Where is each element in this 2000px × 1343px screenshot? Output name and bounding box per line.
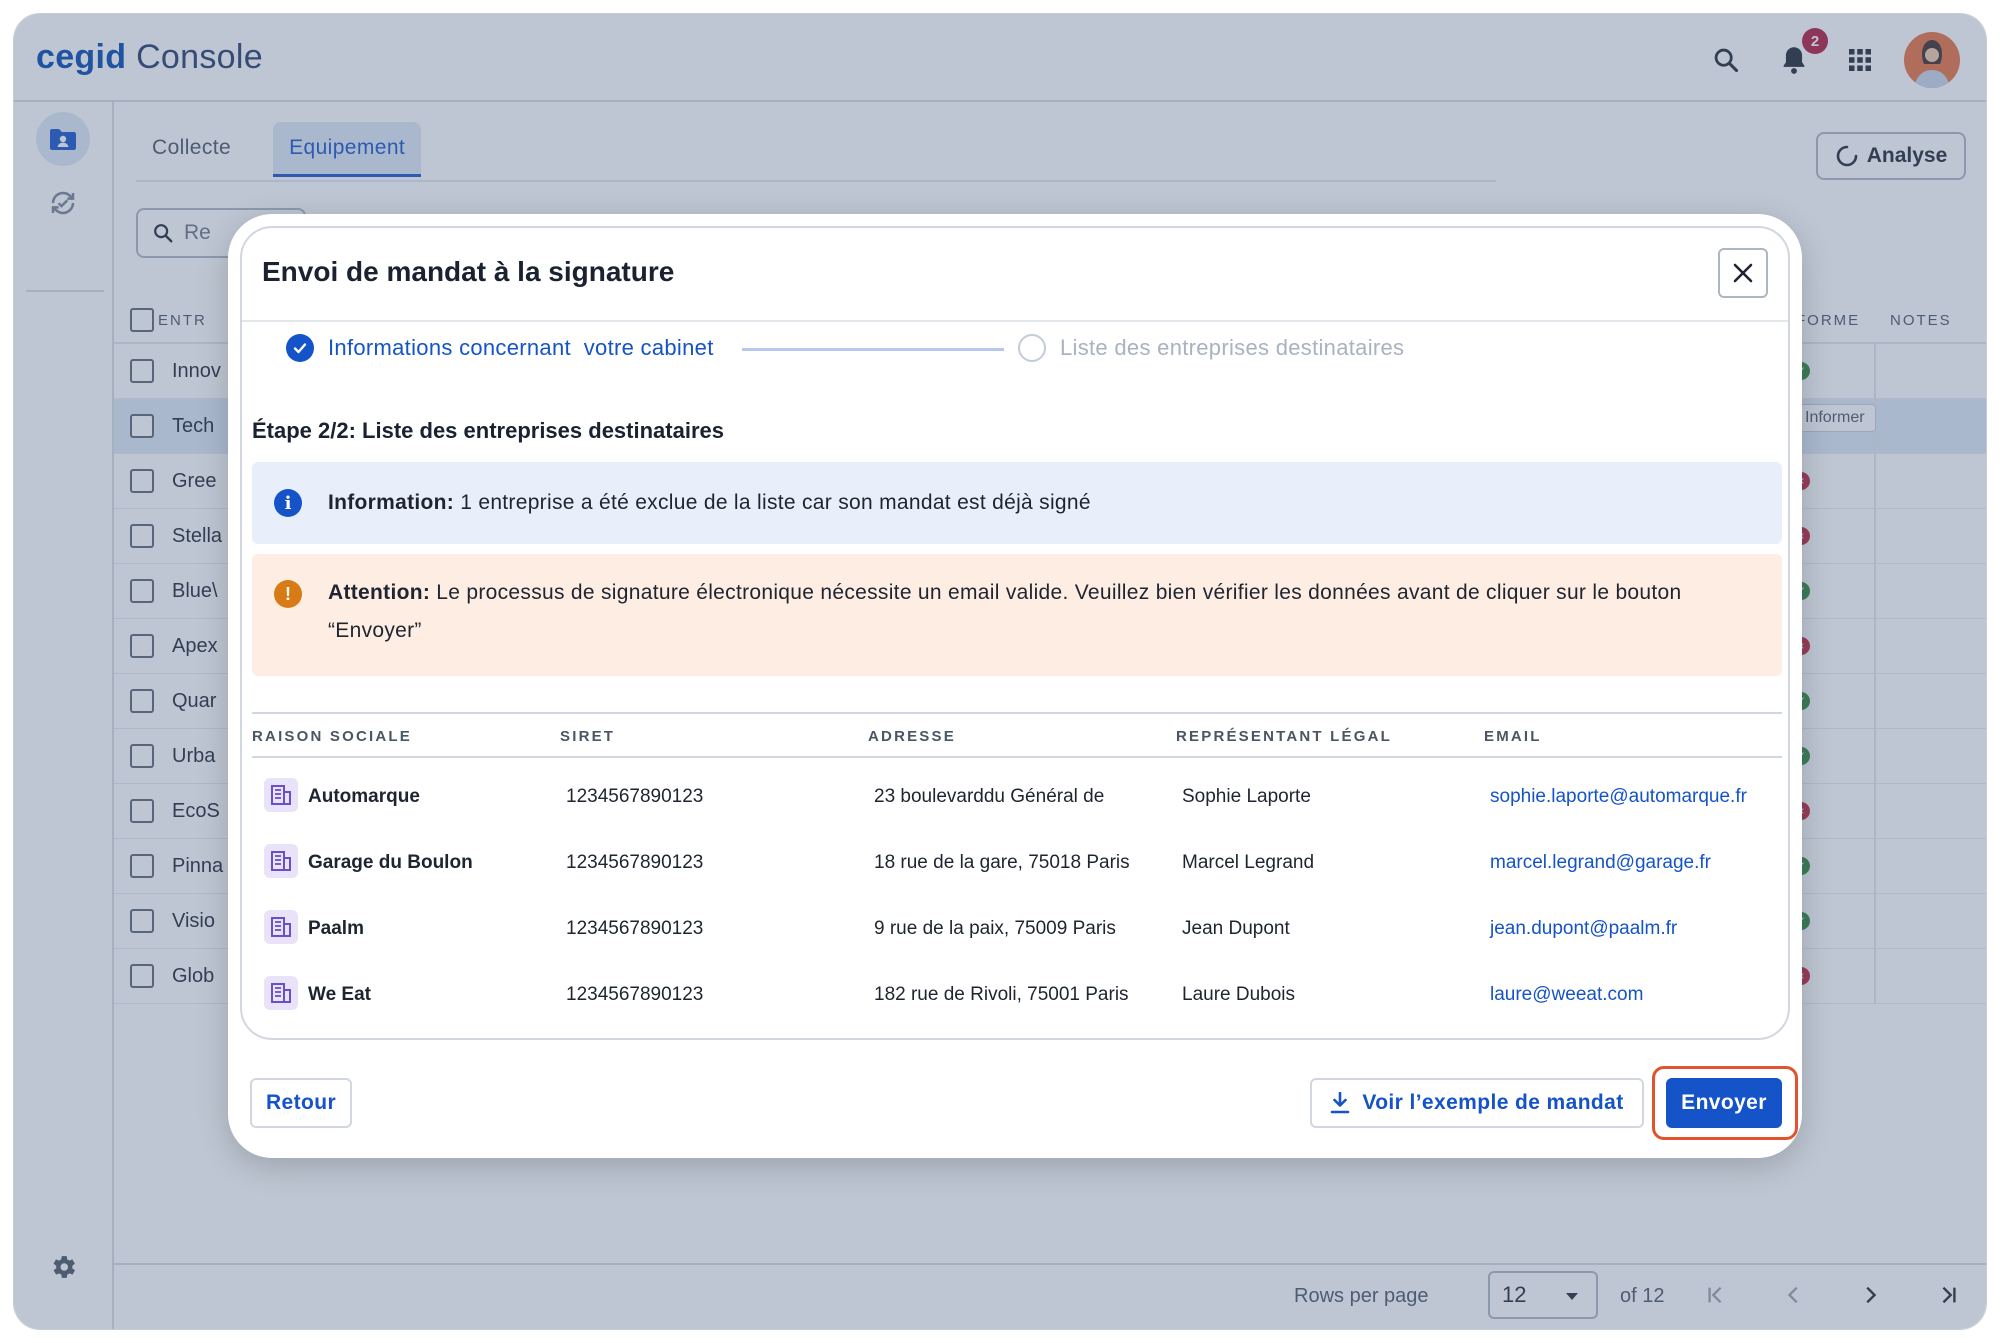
company-name-cell: Garage du Boulon xyxy=(308,852,473,873)
column-siret: SIRET xyxy=(560,728,616,745)
close-icon xyxy=(1733,263,1753,283)
column-adresse: ADRESSE xyxy=(868,728,956,745)
representative-cell: Laure Dubois xyxy=(1182,984,1296,1005)
building-icon xyxy=(264,844,298,878)
step-heading: Étape 2/2: Liste des entreprises destina… xyxy=(252,418,724,443)
siret-cell: 1234567890123 xyxy=(566,786,704,807)
building-icon xyxy=(264,778,298,812)
warning-icon: ! xyxy=(274,580,302,608)
email-link[interactable]: jean.dupont@paalm.fr xyxy=(1490,918,1677,940)
address-cell: 18 rue de la gare, 75018 Paris xyxy=(874,852,1130,873)
empty-circle-icon xyxy=(1018,334,1046,362)
title-divider xyxy=(242,320,1788,322)
recipient-row: Paalm 1234567890123 9 rue de la paix, 7500… xyxy=(252,896,1782,962)
info-alert: i Information: 1 entreprise a été exclue… xyxy=(252,462,1782,544)
email-link[interactable]: sophie.laporte@automarque.fr xyxy=(1490,786,1747,808)
representative-cell: Jean Dupont xyxy=(1182,918,1290,939)
company-name-cell: Paalm xyxy=(308,918,364,939)
table-header-divider xyxy=(252,756,1782,758)
column-raison-sociale: RAISON SOCIALE xyxy=(252,728,412,745)
stepper-step-2: Liste des entreprises destinataires xyxy=(1018,334,1404,362)
representative-cell: Sophie Laporte xyxy=(1182,786,1311,807)
company-name-cell: We Eat xyxy=(308,984,372,1005)
view-example-label: Voir l’exemple de mandat xyxy=(1362,1091,1624,1114)
siret-cell: 1234567890123 xyxy=(566,852,704,873)
company-name-cell: Automarque xyxy=(308,786,420,807)
send-mandate-dialog: Envoi de mandat à la signature Informati… xyxy=(228,214,1802,1158)
download-icon xyxy=(1331,1092,1350,1114)
representative-cell: Marcel Legrand xyxy=(1182,852,1315,873)
address-cell: 182 rue de Rivoli, 75001 Paris xyxy=(874,984,1129,1005)
info-message: Information: 1 entreprise a été exclue d… xyxy=(328,484,1091,522)
app-window: cegid Console 2 Collecte Equipement Anal… xyxy=(14,14,1986,1329)
warning-label: Attention: xyxy=(328,581,431,604)
check-circle-icon xyxy=(286,334,314,362)
address-cell: 23 boulevarddu Général de xyxy=(874,786,1105,807)
warning-alert: ! Attention: Le processus de signature é… xyxy=(252,554,1782,676)
recipient-row: We Eat 1234567890123 182 rue de Rivoli, 75… xyxy=(252,962,1782,1028)
close-button[interactable] xyxy=(1718,248,1768,298)
siret-cell: 1234567890123 xyxy=(566,984,704,1005)
back-button[interactable]: Retour xyxy=(250,1078,352,1128)
view-example-button[interactable]: Voir l’exemple de mandat xyxy=(1310,1078,1644,1128)
stepper-connector xyxy=(742,348,1004,351)
recipient-row: Automarque 1234567890123 23 boulevarddu Gé… xyxy=(252,764,1782,830)
step-1-label: Informations concernant votre cabinet xyxy=(328,335,714,360)
table-top-border xyxy=(252,712,1782,714)
column-email: EMAIL xyxy=(1484,728,1542,745)
siret-cell: 1234567890123 xyxy=(566,918,704,939)
column-representant-legal: REPRÉSENTANT LÉGAL xyxy=(1176,728,1392,745)
email-link[interactable]: laure@weeat.com xyxy=(1490,984,1643,1006)
warning-message: Attention: Le processus de signature éle… xyxy=(328,574,1758,650)
info-label: Information: xyxy=(328,491,455,514)
stepper-step-1: Informations concernant votre cabinet xyxy=(286,334,714,362)
building-icon xyxy=(264,910,298,944)
step-2-label: Liste des entreprises destinataires xyxy=(1060,335,1405,360)
recipient-row: Garage du Boulon 1234567890123 18 rue de l… xyxy=(252,830,1782,896)
send-button[interactable]: Envoyer xyxy=(1666,1078,1782,1128)
info-text: 1 entreprise a été exclue de la liste ca… xyxy=(454,491,1091,514)
address-cell: 9 rue de la paix, 75009 Paris xyxy=(874,918,1116,939)
info-icon: i xyxy=(274,489,302,517)
dialog-title: Envoi de mandat à la signature xyxy=(262,256,675,287)
warning-text: Le processus de signature électronique n… xyxy=(328,581,1682,642)
building-icon xyxy=(264,976,298,1010)
dialog-content: Envoi de mandat à la signature Informati… xyxy=(240,226,1790,1040)
email-link[interactable]: marcel.legrand@garage.fr xyxy=(1490,852,1711,874)
